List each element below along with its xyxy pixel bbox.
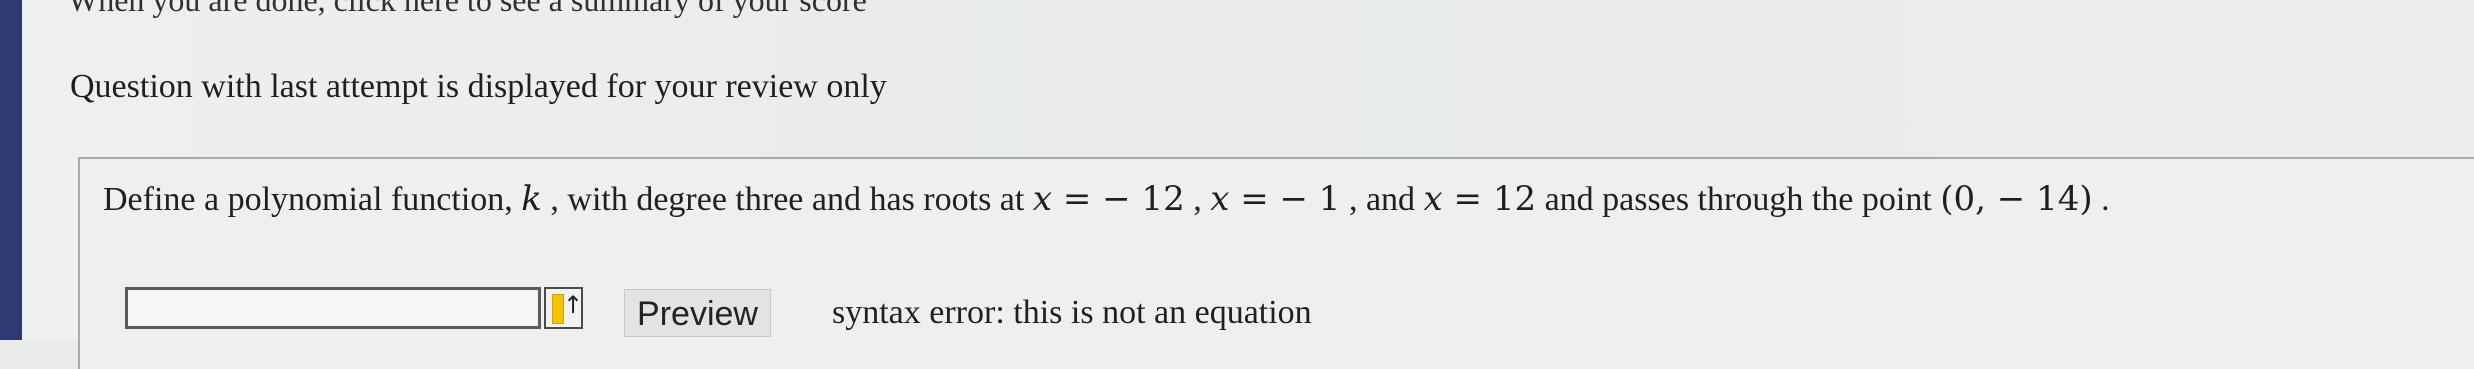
root-value-3: 12 [1492,179,1537,219]
question-period: . [2092,181,2110,218]
review-note: Question with last attempt is displayed … [70,68,887,105]
point-coordinates: (0, − 14) [1940,179,2093,219]
degree-text: , with degree three and has roots at [541,181,1033,218]
root-variable-2: x [1210,179,1230,219]
root-value-1: − 12 [1102,179,1185,219]
equals-sign-3: = [1442,179,1493,219]
root-value-2: − 1 [1279,179,1341,219]
function-symbol: k [521,179,542,219]
syntax-error-message: syntax error: this is not an equation [832,294,1312,331]
answer-input[interactable] [125,287,541,329]
root-separator-2: , and [1340,181,1424,218]
left-navigation-rail [0,0,22,340]
root-separator-1: , [1184,181,1211,218]
preview-button[interactable]: Preview [624,289,771,337]
summary-link[interactable]: When you are done, click here to see a s… [68,0,867,18]
question-intro: Define a polynomial function, [103,181,522,218]
equals-sign-1: = [1052,179,1103,219]
up-arrow-icon: ↑ [563,291,584,319]
yellow-bar-up-arrow-icon[interactable]: ↑ [544,287,583,329]
root-variable-1: x [1032,179,1053,219]
question-text: Define a polynomial function, k , with d… [103,178,2110,221]
root-variable-3: x [1423,179,1443,219]
point-text: and passes through the point [1536,181,1941,218]
equals-sign-2: = [1229,179,1280,219]
